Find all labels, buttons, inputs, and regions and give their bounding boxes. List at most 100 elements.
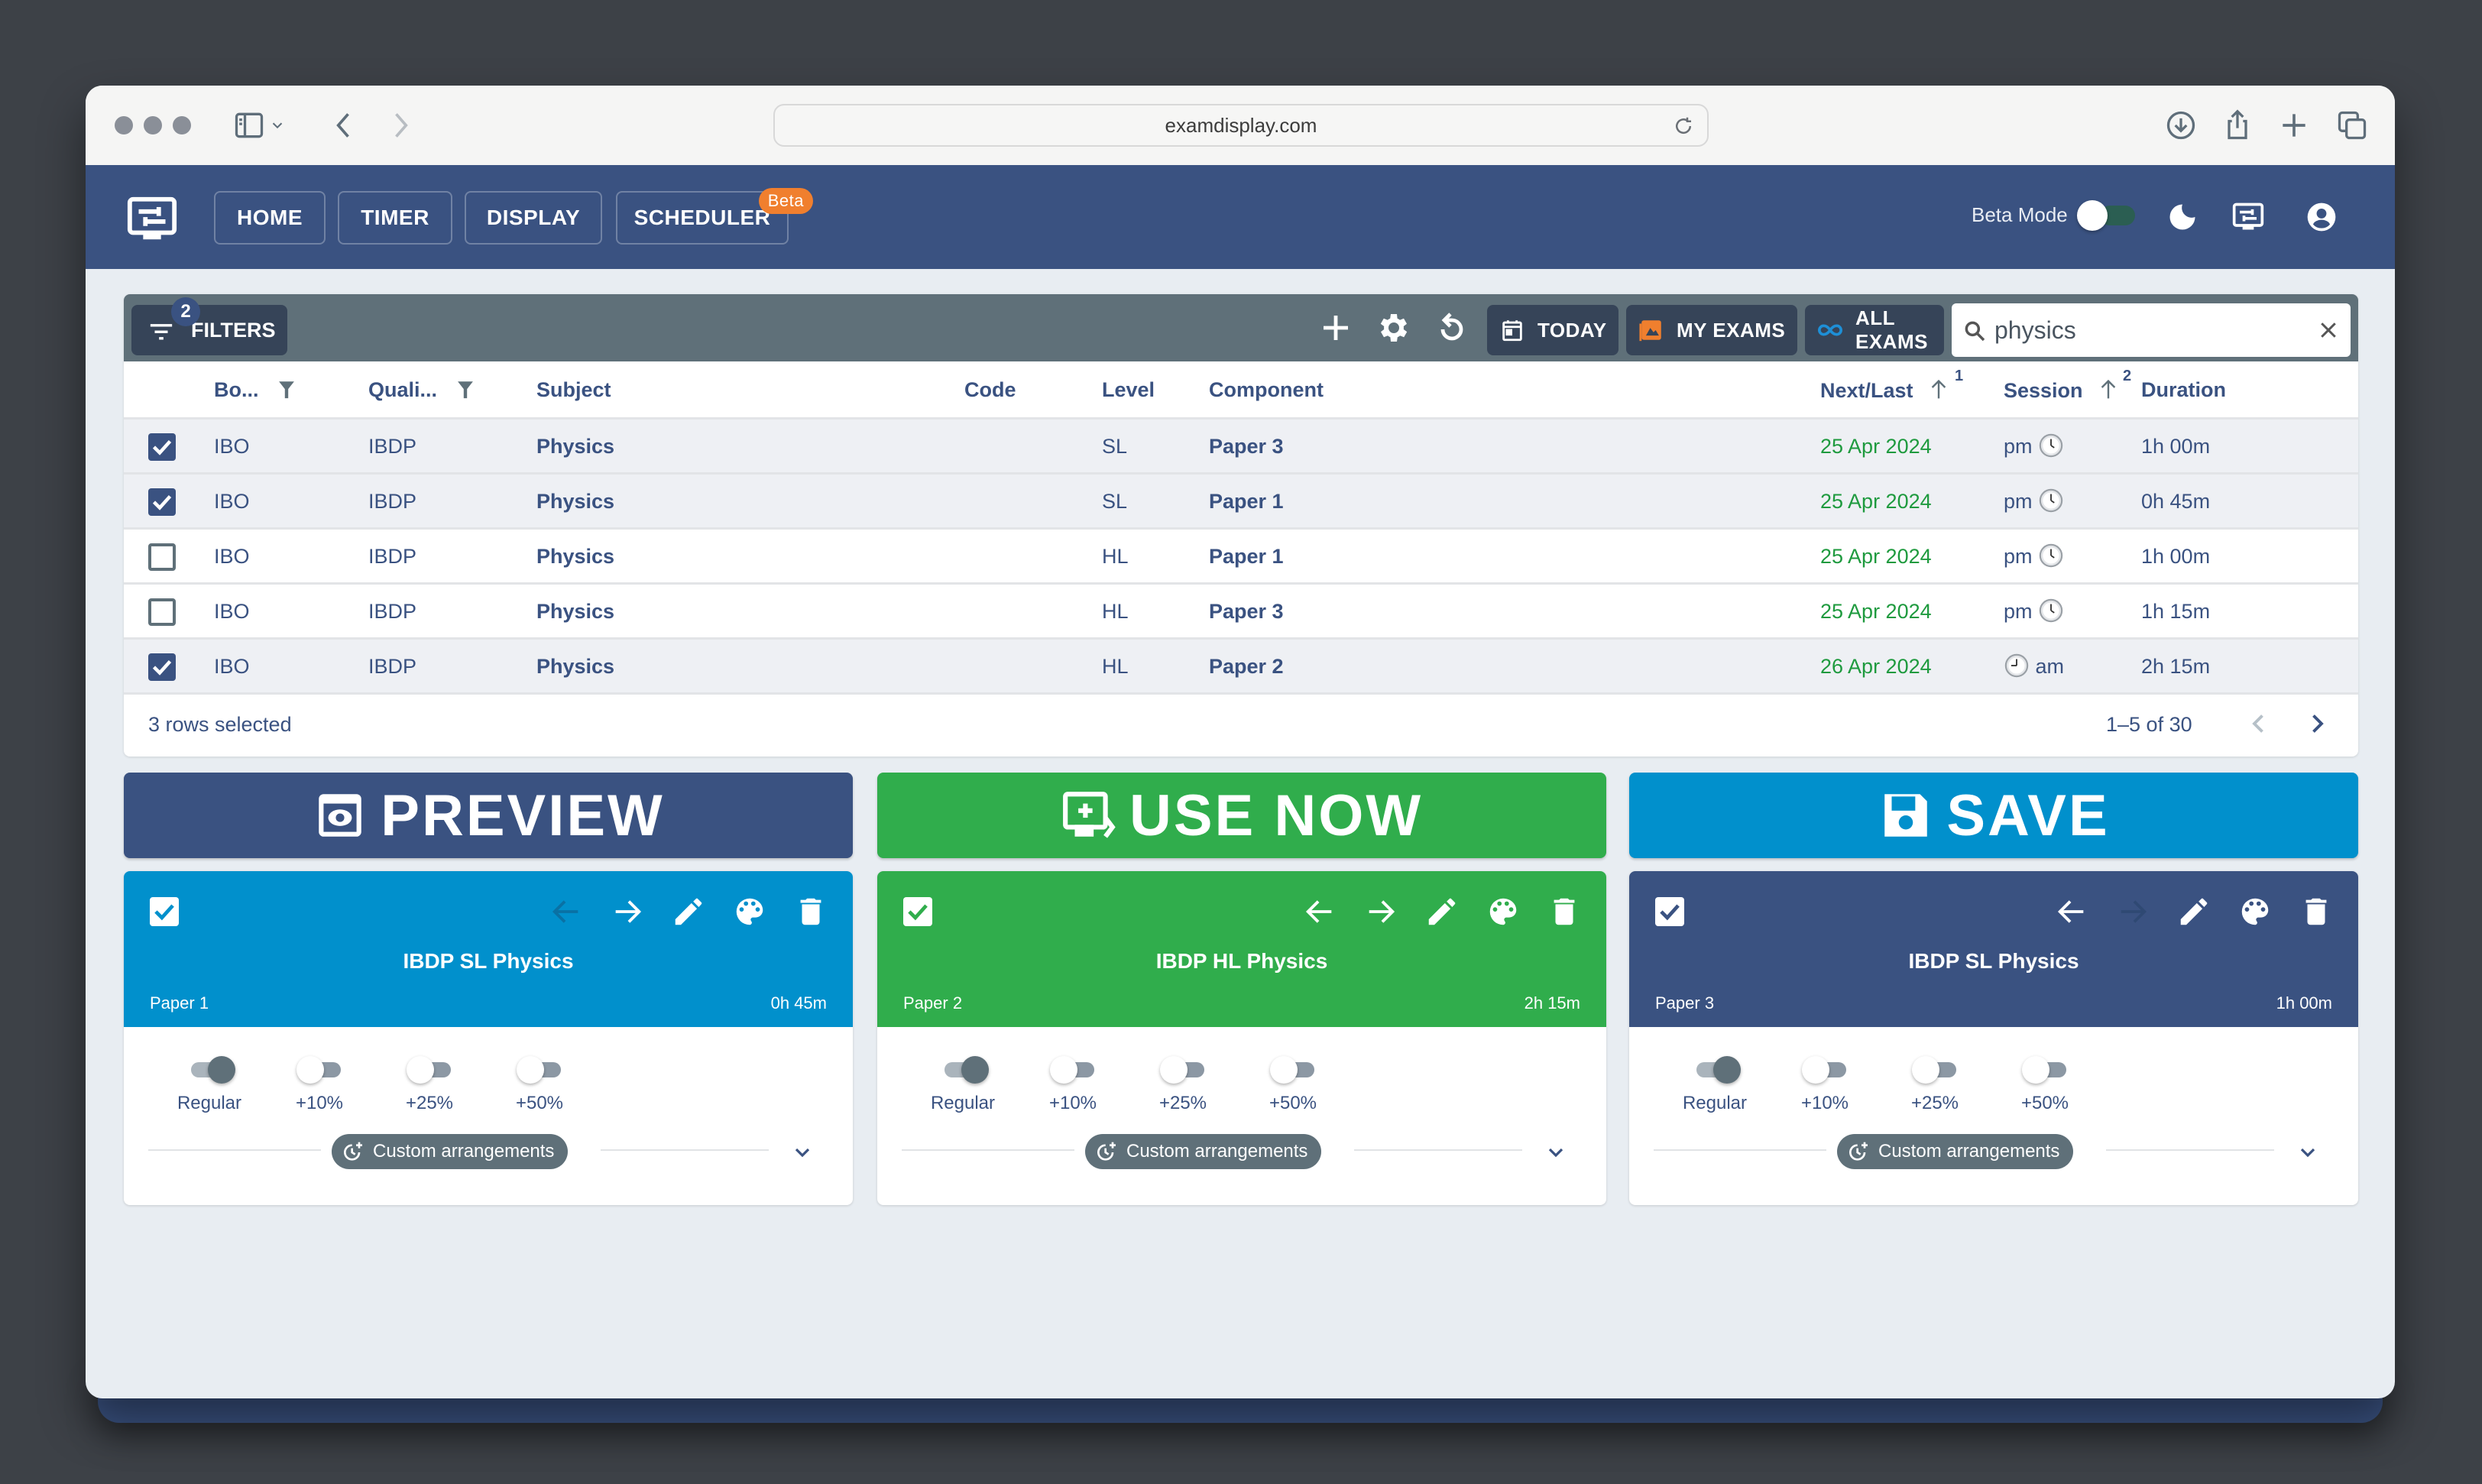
search-input[interactable] — [1994, 314, 2285, 346]
table-row[interactable]: IBO IBDP Physics SL Paper 3 25 Apr 2024 pm 1h … — [124, 420, 2358, 475]
move-right-icon[interactable] — [1363, 894, 1398, 929]
extra-time-toggle[interactable]: +25% — [384, 1055, 475, 1114]
palette-icon[interactable] — [1486, 894, 1521, 929]
account-icon[interactable] — [2305, 200, 2338, 234]
edit-pencil-icon[interactable] — [2176, 894, 2211, 929]
nav-home[interactable]: HOME — [214, 191, 326, 245]
card-checkbox[interactable] — [903, 897, 932, 926]
custom-arrangements-button[interactable]: Custom arrangements — [1837, 1134, 2074, 1169]
col-code[interactable]: Code — [964, 378, 1016, 402]
sort-ascending-icon[interactable] — [2099, 378, 2117, 400]
extra-time-toggle[interactable]: +10% — [1779, 1055, 1871, 1114]
toggle-switch[interactable] — [1692, 1055, 1741, 1085]
row-checkbox[interactable] — [148, 488, 176, 516]
expand-chevron-icon[interactable] — [790, 1140, 815, 1165]
move-right-icon[interactable] — [2115, 894, 2150, 929]
downloads-icon[interactable] — [2164, 109, 2198, 142]
toggle-switch[interactable] — [186, 1055, 235, 1085]
col-board[interactable]: Bo... — [214, 378, 295, 402]
table-row[interactable]: IBO IBDP Physics HL Paper 2 26 Apr 2024 am 2h … — [124, 640, 2358, 695]
toggle-switch[interactable] — [1270, 1055, 1316, 1085]
extra-time-toggle[interactable]: +50% — [1999, 1055, 2091, 1114]
col-duration[interactable]: Duration — [2141, 378, 2226, 402]
toggle-switch[interactable] — [1050, 1055, 1096, 1085]
row-checkbox[interactable] — [148, 543, 176, 571]
table-row[interactable]: IBO IBDP Physics HL Paper 1 25 Apr 2024 pm 1h … — [124, 530, 2358, 585]
row-checkbox[interactable] — [148, 653, 176, 681]
custom-arrangements-button[interactable]: Custom arrangements — [1085, 1134, 1322, 1169]
toggle-switch[interactable] — [1912, 1055, 1958, 1085]
sort-ascending-icon[interactable] — [1930, 378, 1948, 400]
reload-icon[interactable] — [1672, 115, 1695, 138]
forward-icon[interactable] — [384, 109, 417, 142]
tab-overview-icon[interactable] — [2335, 109, 2369, 142]
custom-arrangements-button[interactable]: Custom arrangements — [332, 1134, 569, 1169]
palette-icon[interactable] — [732, 894, 767, 929]
my-exams-button[interactable]: MY EXAMS — [1626, 305, 1797, 355]
col-subject[interactable]: Subject — [536, 378, 611, 402]
col-qualification[interactable]: Quali... — [368, 378, 474, 402]
extra-time-toggle[interactable]: +50% — [494, 1055, 585, 1114]
filters-button[interactable]: 2 FILTERS — [131, 297, 287, 355]
column-filter-icon[interactable] — [278, 380, 295, 400]
move-left-icon[interactable] — [549, 894, 584, 929]
delete-trash-icon[interactable] — [1547, 894, 1582, 929]
reset-icon[interactable] — [1434, 309, 1470, 346]
expand-chevron-icon[interactable] — [1544, 1140, 1568, 1165]
new-tab-icon[interactable] — [2277, 109, 2311, 142]
edit-pencil-icon[interactable] — [1424, 894, 1460, 929]
nav-display[interactable]: DISPLAY — [465, 191, 602, 245]
toggle-switch[interactable] — [517, 1055, 562, 1085]
extra-time-toggle[interactable]: +10% — [274, 1055, 365, 1114]
edit-pencil-icon[interactable] — [671, 894, 706, 929]
row-checkbox[interactable] — [148, 433, 176, 461]
address-bar[interactable]: examdisplay.com — [773, 104, 1709, 147]
extra-time-toggle[interactable]: +10% — [1027, 1055, 1119, 1114]
add-icon[interactable] — [1317, 309, 1354, 346]
move-left-icon[interactable] — [1302, 894, 1337, 929]
table-row[interactable]: IBO IBDP Physics HL Paper 3 25 Apr 2024 pm 1h … — [124, 585, 2358, 640]
preview-button[interactable]: PREVIEW — [124, 773, 853, 858]
extra-time-toggle[interactable]: Regular — [1669, 1055, 1761, 1114]
dark-mode-moon-icon[interactable] — [2166, 200, 2199, 234]
extra-time-toggle[interactable]: Regular — [917, 1055, 1009, 1114]
share-icon[interactable] — [2221, 109, 2254, 142]
palette-icon[interactable] — [2237, 894, 2273, 929]
delete-trash-icon[interactable] — [793, 894, 828, 929]
extra-time-toggle[interactable]: +25% — [1137, 1055, 1229, 1114]
nav-scheduler[interactable]: SCHEDULER Beta — [616, 188, 813, 245]
previous-page-icon[interactable] — [2245, 710, 2273, 737]
sidebar-chevron-down-icon[interactable] — [269, 109, 286, 142]
col-level[interactable]: Level — [1102, 378, 1155, 402]
col-session[interactable]: Session 2 — [2004, 368, 2131, 403]
card-checkbox[interactable] — [150, 897, 179, 926]
app-logo-icon[interactable] — [125, 193, 179, 246]
row-checkbox[interactable] — [148, 598, 176, 626]
sidebar-icon[interactable] — [232, 109, 266, 142]
column-filter-icon[interactable] — [457, 380, 474, 400]
toggle-switch[interactable] — [940, 1055, 989, 1085]
settings-gear-icon[interactable] — [1375, 309, 1412, 346]
card-checkbox[interactable] — [1655, 897, 1684, 926]
nav-timer[interactable]: TIMER — [338, 191, 452, 245]
table-row[interactable]: IBO IBDP Physics SL Paper 1 25 Apr 2024 pm 0h … — [124, 475, 2358, 530]
expand-chevron-icon[interactable] — [2296, 1140, 2320, 1165]
toggle-switch[interactable] — [1802, 1055, 1848, 1085]
save-button[interactable]: SAVE — [1629, 773, 2358, 858]
display-settings-icon[interactable] — [2231, 200, 2265, 234]
extra-time-toggle[interactable]: Regular — [164, 1055, 255, 1114]
move-right-icon[interactable] — [610, 894, 645, 929]
all-exams-button[interactable]: ALL EXAMS — [1805, 305, 1944, 355]
col-component[interactable]: Component — [1209, 378, 1324, 402]
col-next-last[interactable]: Next/Last 1 — [1820, 368, 1963, 403]
extra-time-toggle[interactable]: +25% — [1889, 1055, 1981, 1114]
search-field[interactable] — [1952, 303, 2351, 357]
move-left-icon[interactable] — [2054, 894, 2089, 929]
use-now-button[interactable]: USE NOW — [877, 773, 1606, 858]
extra-time-toggle[interactable]: +50% — [1247, 1055, 1339, 1114]
toggle-switch[interactable] — [1160, 1055, 1206, 1085]
clear-search-icon[interactable] — [2317, 319, 2340, 342]
back-icon[interactable] — [327, 109, 361, 142]
beta-mode-toggle[interactable] — [2077, 199, 2138, 232]
minimize-window-button[interactable] — [144, 116, 162, 134]
